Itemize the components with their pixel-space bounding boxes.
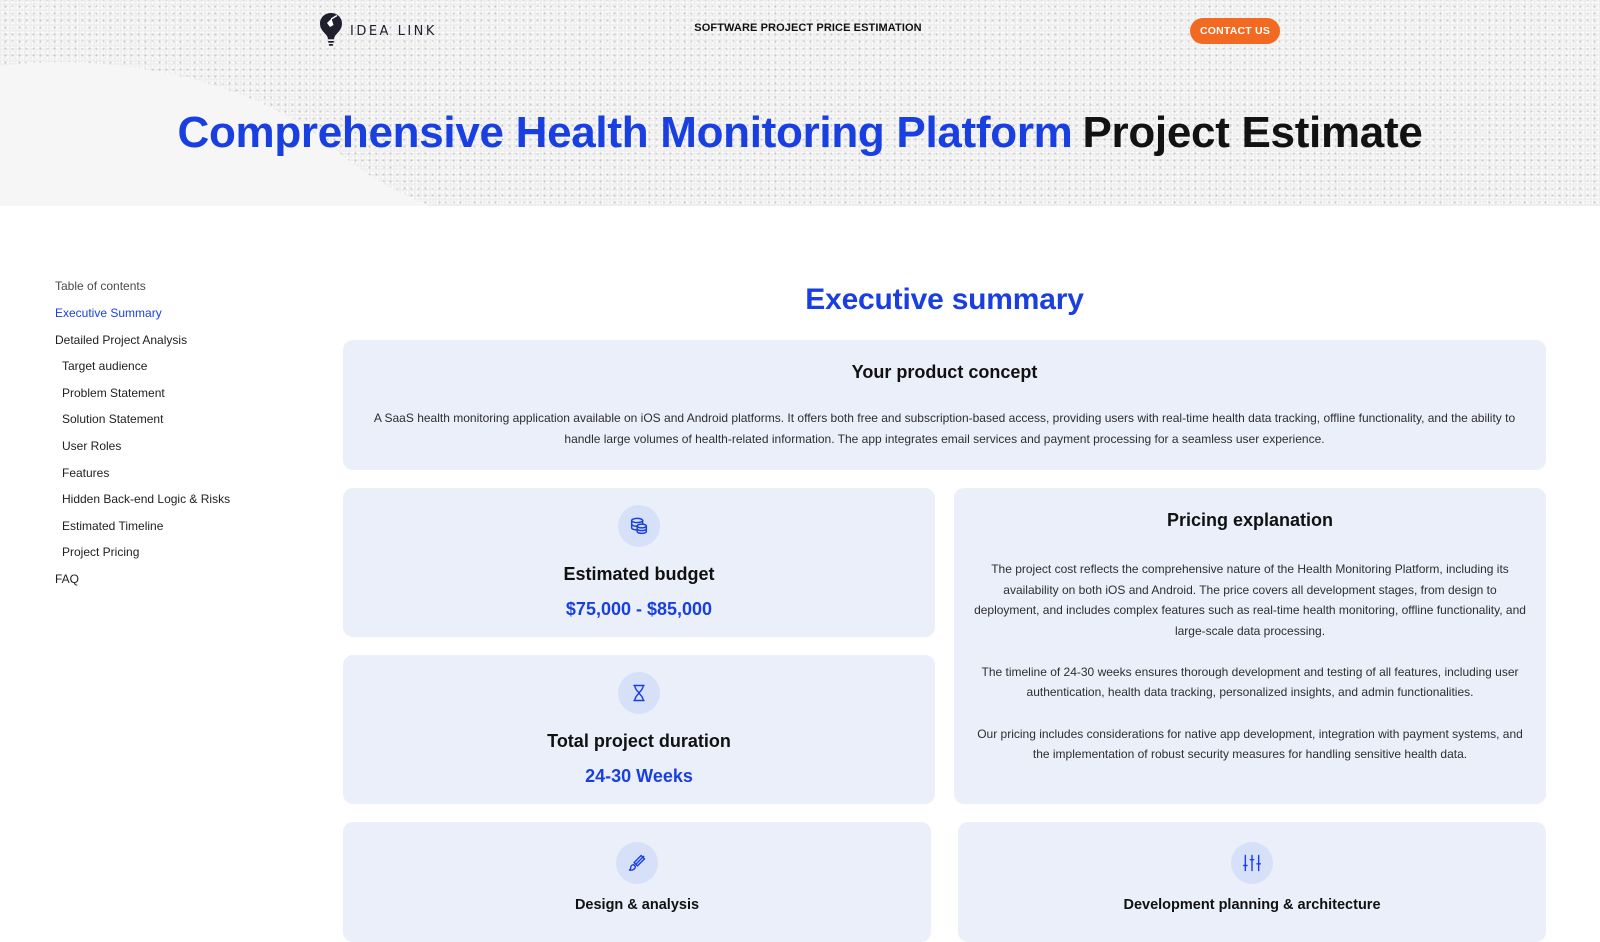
toc-item-hidden-backend-logic[interactable]: Hidden Back-end Logic & Risks [55, 492, 305, 519]
section-title: Executive summary [805, 283, 1084, 316]
page-title: Comprehensive Health Monitoring Platform… [0, 108, 1600, 158]
estimated-budget-value: $75,000 - $85,000 [565, 599, 713, 619]
coins-icon [618, 505, 660, 547]
toc-item-features[interactable]: Features [55, 466, 305, 493]
table-of-contents: Table of contents Executive Summary Deta… [55, 279, 305, 599]
contact-us-button[interactable]: CONTACT US [1190, 18, 1280, 44]
header-title: SOFTWARE PROJECT PRICE ESTIMATION [694, 22, 922, 34]
page-title-suffix: Project Estimate [1082, 108, 1423, 157]
pricing-paragraph: Our pricing includes considerations for … [977, 726, 1523, 762]
pricing-paragraph: The timeline of 24-30 weeks ensures thor… [981, 664, 1519, 700]
product-concept-text: A SaaS health monitoring application ava… [373, 411, 1516, 446]
toc-item-detailed-project-analysis[interactable]: Detailed Project Analysis [55, 333, 305, 360]
pricing-explanation-title: Pricing explanation [1166, 510, 1334, 530]
pricing-paragraph: The project cost reflects the comprehens… [974, 562, 1526, 638]
toc-item-faq[interactable]: FAQ [55, 572, 305, 599]
pricing-explanation-card: Pricing explanation The project cost ref… [954, 488, 1546, 804]
product-concept-card: Your product concept A SaaS health monit… [343, 340, 1546, 470]
toc-item-estimated-timeline[interactable]: Estimated Timeline [55, 519, 305, 546]
toc-item-executive-summary[interactable]: Executive Summary [55, 306, 305, 333]
project-duration-value: 24-30 Weeks [585, 766, 693, 786]
toc-item-user-roles[interactable]: User Roles [55, 439, 305, 466]
brush-icon [616, 842, 658, 884]
product-concept-title: Your product concept [851, 362, 1038, 382]
design-analysis-card: Design & analysis [343, 822, 931, 942]
sliders-icon [1231, 842, 1273, 884]
estimated-budget-title: Estimated budget [563, 564, 715, 584]
project-duration-title: Total project duration [547, 731, 731, 751]
estimated-budget-card: Estimated budget $75,000 - $85,000 [343, 488, 935, 637]
toc-item-project-pricing[interactable]: Project Pricing [55, 545, 305, 572]
project-duration-card: Total project duration 24-30 Weeks [343, 655, 935, 804]
development-planning-card: Development planning & architecture [958, 822, 1546, 942]
hero-banner: IDEA LINK SOFTWARE PROJECT PRICE ESTIMAT… [0, 0, 1600, 206]
toc-heading: Table of contents [55, 279, 146, 293]
toc-item-problem-statement[interactable]: Problem Statement [55, 386, 305, 413]
hourglass-icon [618, 672, 660, 714]
toc-item-solution-statement[interactable]: Solution Statement [55, 412, 305, 439]
pricing-explanation-body: The project cost reflects the comprehens… [972, 559, 1528, 785]
page-title-project-name: Comprehensive Health Monitoring Platform [177, 108, 1073, 157]
toc-item-target-audience[interactable]: Target audience [55, 359, 305, 386]
